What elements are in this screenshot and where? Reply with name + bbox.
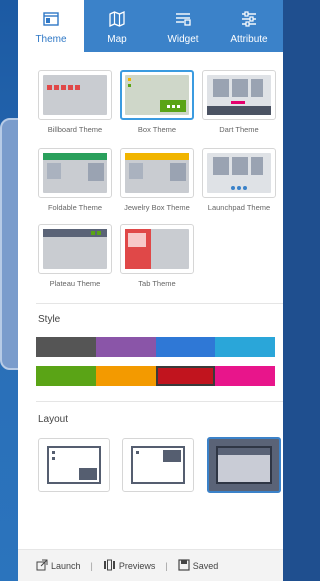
theme-tab[interactable]: Tab Theme	[120, 224, 194, 288]
theme-billboard[interactable]: Billboard Theme	[38, 70, 112, 134]
color-swatch[interactable]	[36, 337, 96, 357]
layout-option-2[interactable]	[122, 438, 194, 492]
color-scheme-row-1	[36, 337, 275, 357]
tab-attribute[interactable]: Attribute	[216, 0, 282, 52]
launch-icon	[36, 559, 48, 573]
style-title: Style	[38, 314, 61, 325]
layout-title: Layout	[38, 414, 69, 425]
theme-label: Jewelry Box Theme	[124, 203, 190, 212]
save-icon	[178, 558, 190, 573]
previews-button[interactable]: Previews	[103, 559, 156, 573]
theme-label: Tab Theme	[138, 279, 176, 288]
tab-label: Theme	[35, 34, 67, 45]
theme-box[interactable]: Box Theme	[120, 70, 194, 134]
layout-option-3[interactable]	[207, 437, 281, 493]
theme-jewelry-box[interactable]: Jewelry Box Theme	[120, 148, 194, 212]
theme-thumbnail	[38, 70, 112, 120]
tab-label: Map	[107, 34, 127, 45]
previews-label: Previews	[118, 560, 156, 571]
previews-icon	[103, 559, 116, 573]
color-swatch[interactable]	[155, 337, 216, 357]
divider	[36, 303, 283, 304]
launch-label: Launch	[51, 560, 81, 571]
tab-bar: Theme Map Widget Attribute	[18, 0, 283, 52]
theme-plateau[interactable]: Plateau Theme	[38, 224, 112, 288]
map-icon	[107, 10, 127, 28]
tab-widget[interactable]: Widget	[150, 0, 216, 52]
color-swatch-selected[interactable]	[155, 366, 216, 386]
color-swatch[interactable]	[36, 366, 96, 386]
color-scheme-row-2	[36, 366, 275, 386]
widget-icon	[173, 10, 193, 28]
color-swatch[interactable]	[95, 366, 156, 386]
theme-thumbnail	[120, 224, 194, 274]
color-swatch[interactable]	[215, 337, 275, 357]
theme-foldable[interactable]: Foldable Theme	[38, 148, 112, 212]
footer-bar: Launch | Previews | Saved	[18, 549, 283, 581]
theme-dart[interactable]: Dart Theme	[202, 70, 276, 134]
attribute-icon	[239, 10, 259, 28]
builder-panel: Theme Map Widget Attribute Billboard The…	[18, 0, 283, 581]
theme-icon	[41, 10, 61, 28]
divider	[36, 401, 283, 402]
separator: |	[90, 560, 93, 571]
theme-label: Dart Theme	[219, 125, 259, 134]
theme-label: Launchpad Theme	[207, 203, 271, 212]
saved-label: Saved	[192, 560, 219, 571]
theme-thumbnail	[38, 148, 112, 198]
tab-label: Widget	[167, 34, 199, 45]
layout-option-1[interactable]	[38, 438, 110, 492]
theme-label: Plateau Theme	[49, 279, 101, 288]
theme-label: Foldable Theme	[47, 203, 103, 212]
tab-label: Attribute	[230, 34, 268, 45]
theme-launchpad[interactable]: Launchpad Theme	[202, 148, 276, 212]
theme-thumbnail	[120, 70, 194, 120]
theme-label: Box Theme	[137, 125, 177, 134]
theme-thumbnail	[38, 224, 112, 274]
theme-thumbnail	[202, 70, 276, 120]
theme-label: Billboard Theme	[47, 125, 103, 134]
tab-theme[interactable]: Theme	[18, 0, 84, 52]
color-swatch[interactable]	[95, 337, 156, 357]
color-swatch[interactable]	[215, 366, 275, 386]
separator: |	[165, 560, 168, 571]
theme-thumbnail	[120, 148, 194, 198]
saved-button[interactable]: Saved	[178, 558, 219, 573]
tab-map[interactable]: Map	[84, 0, 150, 52]
launch-button[interactable]: Launch	[36, 559, 81, 573]
theme-thumbnail	[202, 148, 276, 198]
